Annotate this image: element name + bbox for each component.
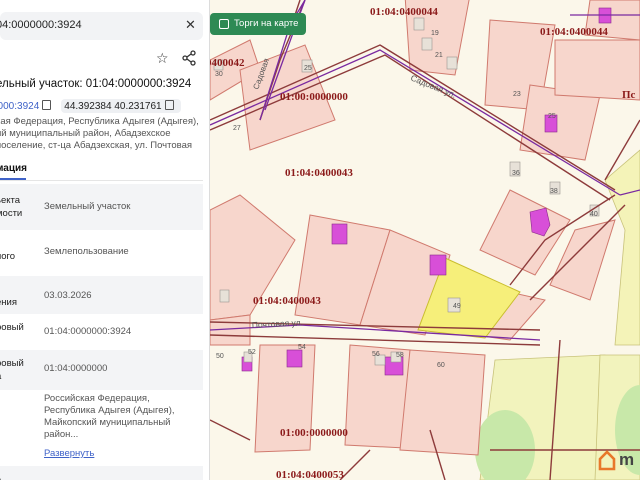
house-number: 40 [590, 211, 598, 218]
quarter-label: 01:00:0000000 [280, 427, 348, 439]
tab-information[interactable]: мация [0, 163, 27, 174]
quarter-label: Пс [622, 89, 636, 101]
house-number: 49 [453, 303, 461, 310]
checkbox-icon[interactable] [219, 19, 229, 29]
quarter-label: 01:04:0400043 [253, 295, 321, 307]
search-field[interactable]: 04:0000000:3924 ✕ [0, 12, 203, 40]
quarter-label: 01:04:0400053 [276, 469, 344, 480]
row-label: ения [0, 297, 17, 308]
row-value: 01:04:0000000 [44, 363, 108, 374]
auctions-on-map-toggle[interactable]: Торги на карте [210, 13, 306, 35]
quarter-label: 01:04:0400044 [540, 26, 608, 38]
info-row-cadastral-quarter: ровыйа 01:04:0000000 [0, 350, 203, 390]
expand-link[interactable]: Развернуть [44, 448, 94, 459]
row-label: ного [0, 251, 16, 262]
auctions-toggle-label: Торги на карте [234, 18, 299, 29]
search-input[interactable]: 04:0000000:3924 [0, 19, 82, 31]
row-value: Землепользование [44, 246, 129, 257]
row-value: Земельный участок [44, 201, 131, 212]
address-line-2: ий муниципальный район, Абадзехское посе… [0, 128, 193, 151]
info-panel: 04:0000000:3924 ✕ ☆ ельный участок: 01:0… [0, 0, 210, 480]
parcel-address: кая Федерация, Республика Адыгея (Адыгея… [0, 116, 206, 152]
favorite-star-icon[interactable]: ☆ [156, 50, 169, 67]
info-row-date: ения 03.03.2026 [0, 276, 203, 314]
row-label: ьектамости [0, 195, 23, 219]
house-number: 58 [396, 352, 404, 359]
address-line-1: кая Федерация, Республика Адыгея (Адыгея… [0, 116, 199, 127]
house-number: 38 [550, 188, 558, 195]
row-label: ровыйа [0, 358, 24, 382]
tab-divider [0, 180, 203, 181]
house-number: 27 [233, 125, 241, 132]
house-number: 30 [215, 71, 223, 78]
share-icon[interactable] [181, 50, 197, 66]
house-number: 25 [548, 113, 556, 120]
coordinates-badge[interactable]: 44.392384 40.231761 [61, 99, 181, 113]
quarter-label: 01:00:0000000 [280, 91, 348, 103]
brand-logo: m [598, 449, 640, 473]
row-label: ь [0, 472, 1, 480]
house-number: 52 [248, 349, 256, 356]
house-number: 60 [437, 362, 445, 369]
info-row-area: ь [0, 466, 203, 480]
info-row-address: Российская Федерация, Республика Адыгея … [0, 390, 203, 452]
copy-coords-icon[interactable] [164, 100, 174, 110]
house-number: 36 [512, 170, 520, 177]
house-number: 56 [372, 351, 380, 358]
info-row-cadastral-number: ровый 01:04:0000000:3924 [0, 314, 203, 350]
info-row-object-type: ьектамости Земельный участок [0, 184, 203, 230]
house-number: 19 [431, 30, 439, 37]
house-number: 23 [513, 91, 521, 98]
row-label: ровый [0, 322, 24, 333]
quarter-label: 01:04:0400044 [370, 6, 438, 18]
coordinates-text: 44.392384 40.231761 [64, 101, 162, 112]
close-icon[interactable]: ✕ [185, 17, 196, 33]
parcel-title: ельный участок: 01:04:0000000:3924 [0, 78, 192, 90]
house-number: 50 [216, 353, 224, 360]
copy-icon[interactable] [42, 100, 52, 110]
logo-house-icon [598, 450, 616, 471]
parcel-id-link[interactable]: 0000:3924 [0, 101, 39, 112]
row-value: 01:04:0000000:3924 [44, 326, 132, 337]
house-number: 54 [298, 344, 306, 351]
cadastral-map[interactable]: Садовая ул. Почтовая ул. Садовая 01:04:0… [210, 0, 640, 480]
logo-text: m [619, 450, 635, 469]
parcel-id-line: 0000:3924 44.392384 40.231761 [0, 99, 181, 113]
map-canvas[interactable]: Садовая ул. Почтовая ул. Садовая 01:04:0… [210, 0, 640, 480]
row-value: Российская Федерация, Республика Адыгея … [44, 393, 175, 440]
row-value: 03.03.2026 [44, 290, 92, 301]
quarter-label: 0400042 [210, 57, 245, 69]
house-number: 21 [435, 52, 443, 59]
house-number: 25 [304, 65, 312, 72]
quarter-label: 01:04:0400043 [285, 167, 353, 179]
info-row-usage: ного Землепользование [0, 230, 203, 276]
